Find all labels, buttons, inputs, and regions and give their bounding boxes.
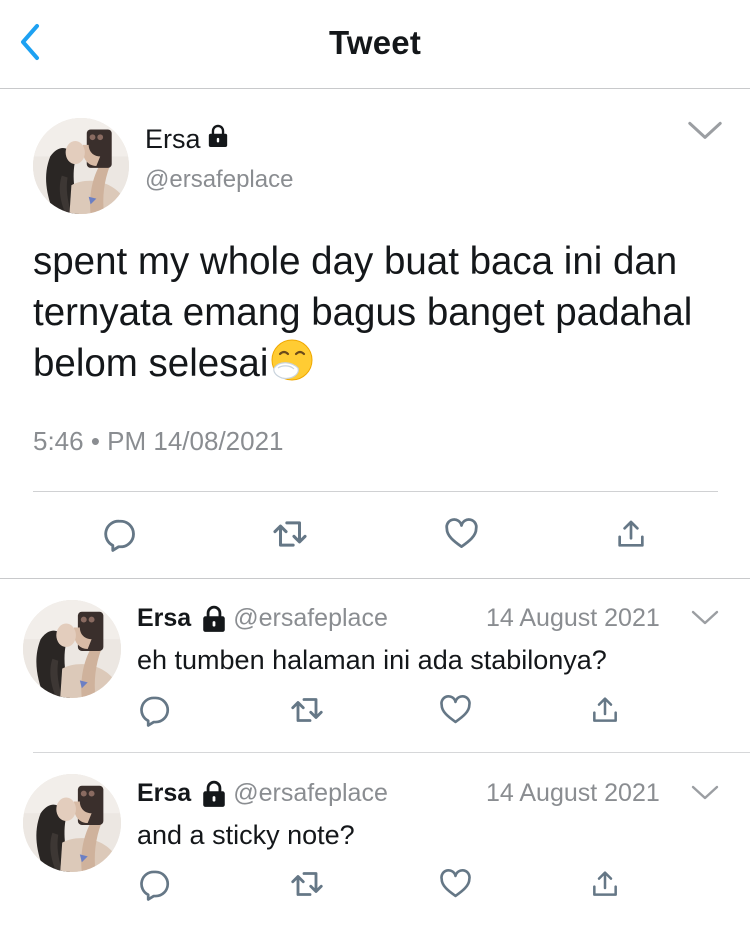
- like-button[interactable]: [433, 864, 477, 908]
- retweet-button[interactable]: [268, 514, 312, 558]
- divider: [33, 752, 750, 753]
- avatar[interactable]: [33, 118, 129, 214]
- tweet-menu-button[interactable]: [686, 118, 724, 152]
- lock-icon: [201, 780, 227, 808]
- reply-icon: [102, 516, 138, 557]
- heart-icon: [438, 692, 473, 732]
- avatar[interactable]: [23, 600, 121, 698]
- reply-date: 14 August 2021: [486, 779, 660, 807]
- reply-button[interactable]: [98, 514, 142, 558]
- share-button[interactable]: [583, 864, 627, 908]
- author-name[interactable]: Ersa: [137, 604, 191, 633]
- reply-header: Ersa @ersafeplace: [137, 604, 388, 633]
- retweet-icon: [271, 515, 309, 558]
- retweet-button[interactable]: [285, 690, 329, 734]
- lock-icon: [207, 124, 229, 155]
- author-handle[interactable]: @ersafeplace: [233, 604, 388, 633]
- reply-header: Ersa @ersafeplace: [137, 779, 388, 808]
- chevron-down-icon: [686, 131, 724, 148]
- author-name-row: Ersa: [145, 124, 229, 155]
- tweet-menu-button[interactable]: [690, 607, 720, 635]
- tweet-menu-button[interactable]: [690, 782, 720, 810]
- page-title: Tweet: [328, 24, 422, 61]
- heart-icon: [443, 515, 480, 557]
- tweet-timestamp: 5:46 • PM 14/08/2021: [33, 426, 284, 456]
- divider: [0, 578, 750, 579]
- reply-text: eh tumben halaman ini ada stabilonya?: [137, 645, 607, 675]
- author-handle[interactable]: @ersafeplace: [145, 166, 293, 194]
- share-icon: [589, 694, 621, 731]
- author-name[interactable]: Ersa: [137, 779, 191, 808]
- reply-text: and a sticky note?: [137, 820, 355, 850]
- reply-date: 14 August 2021: [486, 604, 660, 632]
- reply-button[interactable]: [133, 864, 177, 908]
- retweet-button[interactable]: [285, 864, 329, 908]
- sneezing-face-emoji-icon: [270, 338, 314, 382]
- heart-icon: [438, 866, 473, 906]
- chevron-down-icon: [690, 616, 720, 633]
- author-name[interactable]: Ersa: [145, 124, 201, 155]
- tweet-text: spent my whole day buat baca ini dan ter…: [33, 236, 723, 389]
- share-icon: [589, 868, 621, 905]
- reply-button[interactable]: [133, 690, 177, 734]
- reply-icon: [138, 867, 172, 906]
- divider: [33, 491, 718, 492]
- share-icon: [614, 517, 648, 556]
- tweet-body: spent my whole day buat baca ini dan ter…: [33, 240, 693, 385]
- retweet-icon: [289, 692, 325, 733]
- lock-icon: [201, 605, 227, 633]
- reply-icon: [138, 693, 172, 732]
- like-button[interactable]: [433, 690, 477, 734]
- like-button[interactable]: [439, 514, 483, 558]
- share-button[interactable]: [583, 690, 627, 734]
- author-handle[interactable]: @ersafeplace: [233, 779, 388, 808]
- top-bar: Tweet: [0, 0, 750, 89]
- retweet-icon: [289, 866, 325, 907]
- chevron-down-icon: [690, 791, 720, 808]
- avatar[interactable]: [23, 774, 121, 872]
- share-button[interactable]: [609, 514, 653, 558]
